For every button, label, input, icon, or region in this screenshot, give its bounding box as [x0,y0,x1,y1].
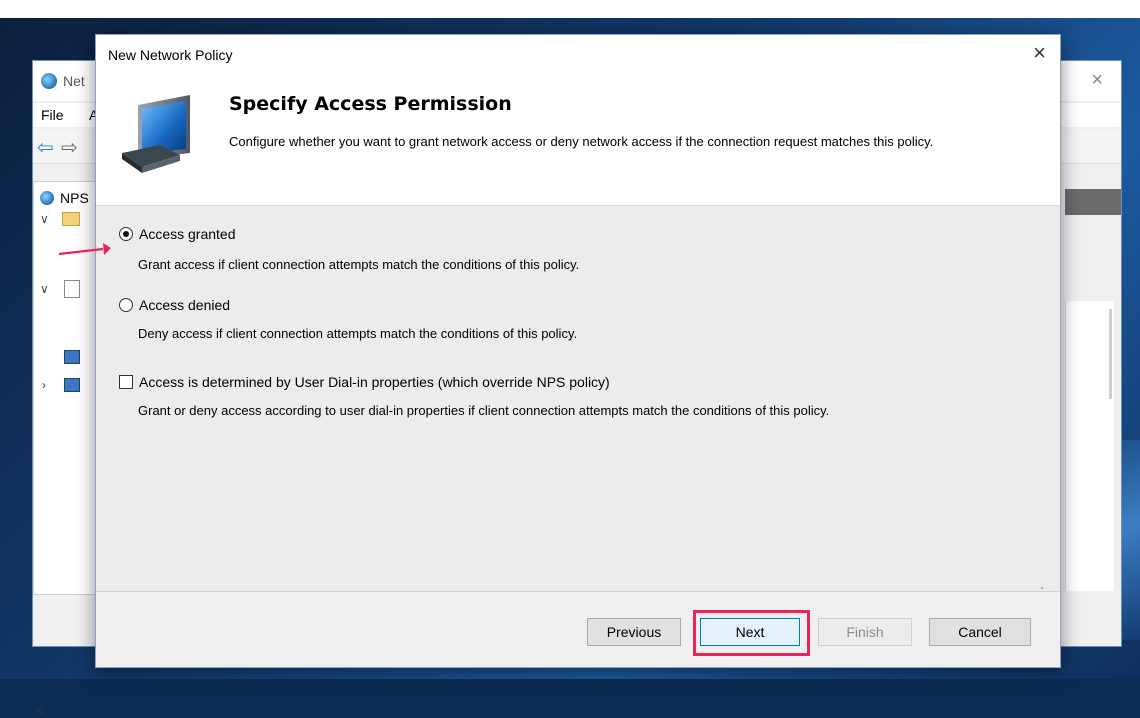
screen-top-edge [0,0,1140,18]
access-granted-label[interactable]: Access granted [139,226,236,242]
chevron-down-icon[interactable]: ∨ [40,212,49,226]
access-granted-option: Access granted [119,226,236,242]
previous-button[interactable]: Previous [587,618,681,646]
dial-in-properties-description: Grant or deny access according to user d… [138,403,830,418]
chevron-right-icon[interactable]: › [42,378,46,392]
finish-button[interactable]: Finish [818,618,912,646]
dialog-titlebar: New Network Policy × [96,35,1060,73]
computer-icon [64,378,80,392]
dial-in-properties-label[interactable]: Access is determined by User Dial-in pro… [139,374,610,390]
resize-dot [1041,587,1043,589]
policy-document-icon [64,280,80,298]
page-description: Configure whether you want to grant netw… [229,134,934,149]
dial-in-properties-checkbox[interactable] [119,375,133,389]
close-icon[interactable]: × [1033,40,1046,66]
details-header-bar [1065,189,1121,215]
dialog-title: New Network Policy [108,47,233,63]
access-denied-description: Deny access if client connection attempt… [138,326,578,341]
tree-root-nps[interactable]: NPS [60,190,89,206]
dialog-header: Specify Access Permission Configure whet… [96,73,1060,206]
computer-icon [64,350,80,364]
chevron-down-icon[interactable]: ∨ [40,282,49,296]
dialog-footer [96,592,1060,667]
pointer-arrow-annotation [59,243,111,256]
nps-console-title: Net [63,73,85,89]
close-icon[interactable]: × [1091,69,1103,92]
back-arrow-icon[interactable]: ⇦ [37,135,54,160]
menu-file[interactable]: File [41,107,64,123]
forward-arrow-icon[interactable]: ⇨ [61,135,78,160]
globe-icon [40,191,54,205]
access-granted-radio[interactable] [119,227,133,241]
dial-in-properties-option: Access is determined by User Dial-in pro… [119,374,610,390]
details-scrollbar[interactable] [1109,309,1112,399]
cancel-button[interactable]: Cancel [929,618,1031,646]
scroll-left-arrow[interactable]: < [36,702,44,718]
new-network-policy-dialog: New Network Policy × Specify Access Perm… [95,34,1061,668]
access-denied-radio[interactable] [119,298,133,312]
access-granted-description: Grant access if client connection attemp… [138,257,580,272]
access-denied-label[interactable]: Access denied [139,297,230,313]
next-button-highlight-annotation [693,610,810,656]
globe-icon [41,73,57,89]
network-computer-icon [122,95,190,173]
details-pane [1065,301,1114,591]
page-title: Specify Access Permission [229,93,512,115]
access-denied-option: Access denied [119,297,230,313]
folder-icon [62,212,80,226]
